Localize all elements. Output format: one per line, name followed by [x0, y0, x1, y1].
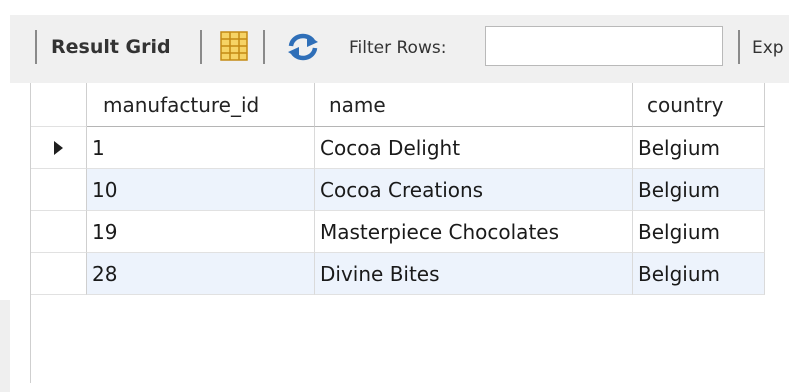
- table-cell[interactable]: Belgium: [633, 127, 765, 169]
- current-row-arrow-icon: [54, 140, 63, 155]
- toolbar-separator: [200, 30, 202, 64]
- filter-rows-label: Filter Rows:: [349, 38, 447, 58]
- row-selector[interactable]: [31, 211, 87, 253]
- result-grid-tab[interactable]: Result Grid: [51, 36, 171, 58]
- row-header-corner: [31, 83, 87, 127]
- toolbar-separator: [738, 30, 740, 64]
- column-header-country[interactable]: country: [633, 83, 765, 127]
- table-cell[interactable]: Masterpiece Chocolates: [315, 211, 633, 253]
- form-editor-icon[interactable]: [220, 31, 248, 61]
- table-cell[interactable]: 19: [87, 211, 315, 253]
- table-cell[interactable]: Cocoa Delight: [315, 127, 633, 169]
- panel-edge: [0, 300, 10, 392]
- table-cell[interactable]: Divine Bites: [315, 253, 633, 295]
- table-cell[interactable]: Belgium: [633, 169, 765, 211]
- table-cell[interactable]: Belgium: [633, 211, 765, 253]
- table-cell[interactable]: Cocoa Creations: [315, 169, 633, 211]
- refresh-icon[interactable]: [285, 31, 321, 63]
- result-grid-panel: Result Grid Filter Rows: Exp manufacture…: [0, 0, 789, 392]
- toolbar-separator: [35, 30, 37, 64]
- toolbar-separator: [263, 30, 265, 64]
- row-selector[interactable]: [31, 127, 87, 169]
- table-cell[interactable]: 28: [87, 253, 315, 295]
- row-selector[interactable]: [31, 169, 87, 211]
- result-grid-table: manufacture_id name country 1 Cocoa Deli…: [30, 83, 789, 383]
- table-cell[interactable]: 1: [87, 127, 315, 169]
- export-button[interactable]: Exp: [752, 38, 784, 58]
- filter-rows-input[interactable]: [485, 26, 723, 66]
- column-header-manufacture-id[interactable]: manufacture_id: [87, 83, 315, 127]
- column-header-name[interactable]: name: [315, 83, 633, 127]
- row-selector[interactable]: [31, 253, 87, 295]
- table-cell[interactable]: 10: [87, 169, 315, 211]
- table-cell[interactable]: Belgium: [633, 253, 765, 295]
